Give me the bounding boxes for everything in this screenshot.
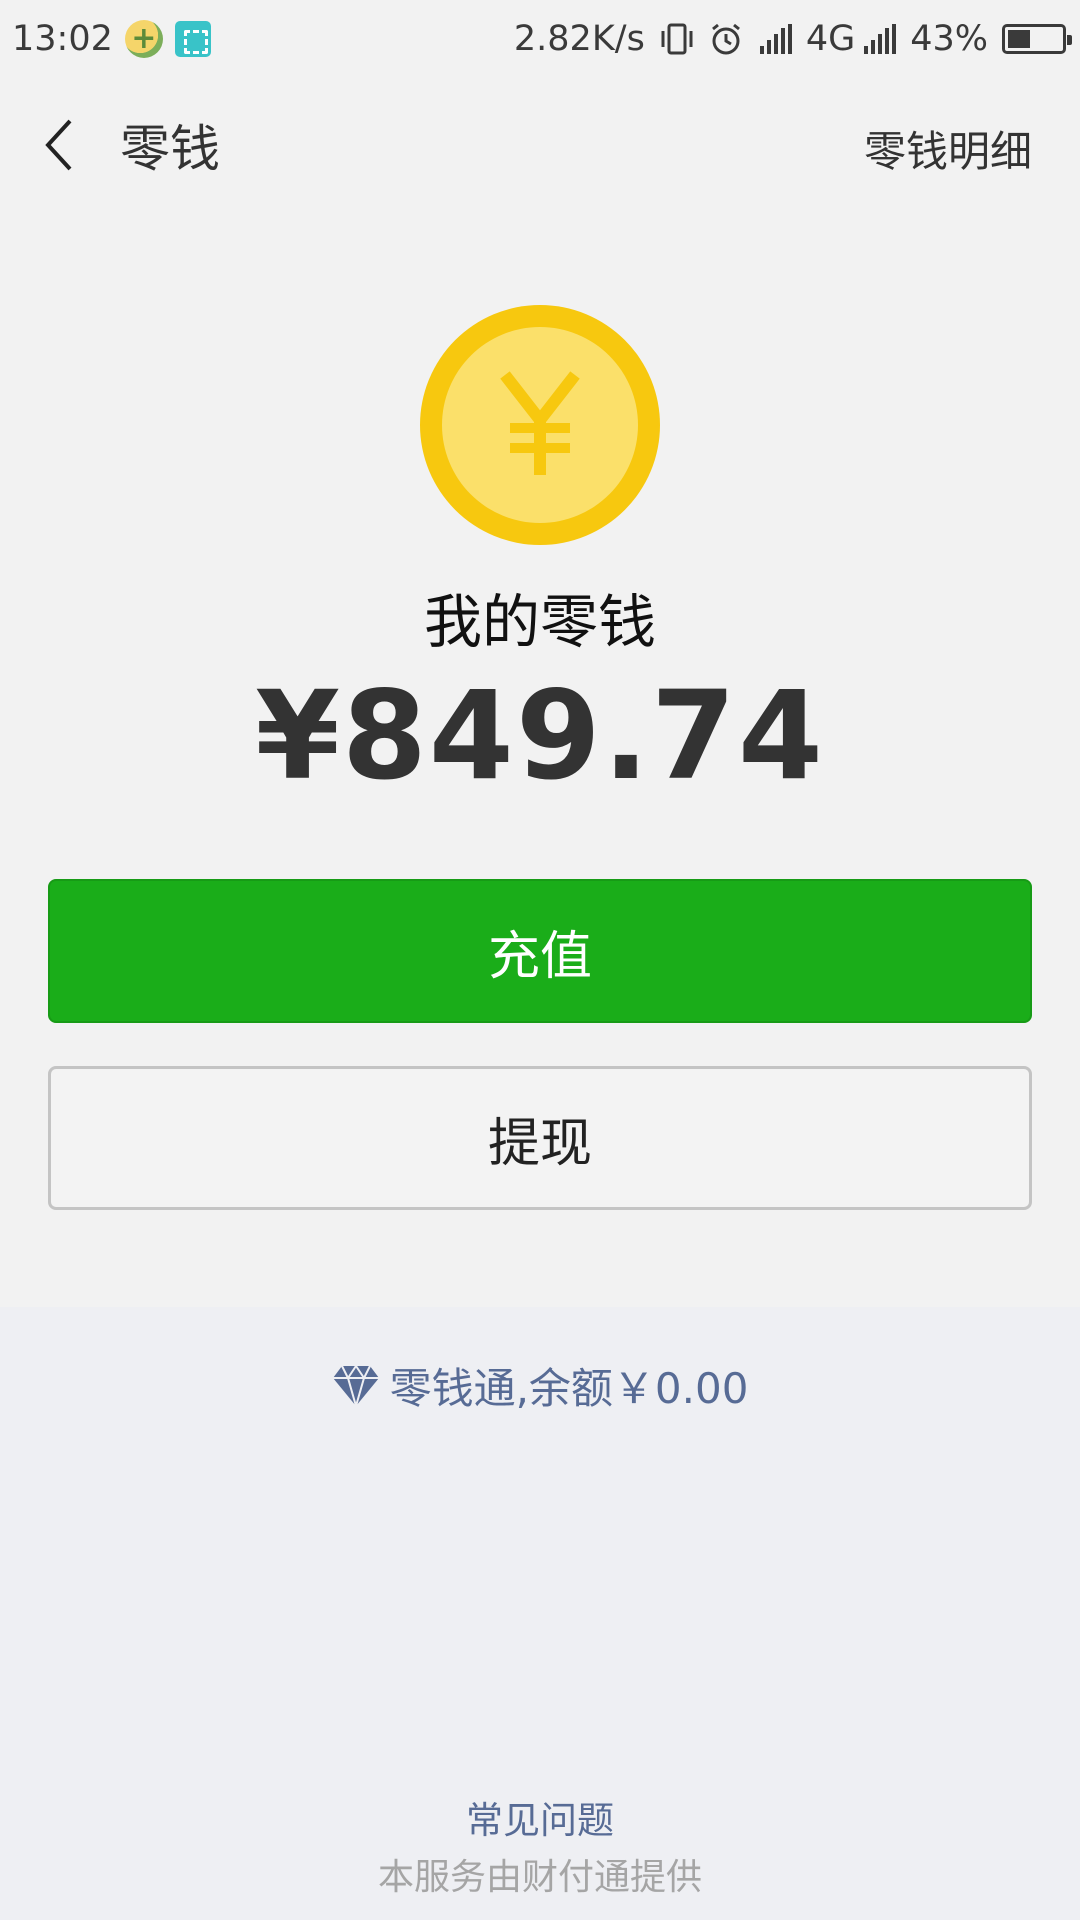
provider-text: 本服务由财付通提供: [377, 1857, 702, 1898]
app-notification-icon: +: [124, 20, 163, 58]
network-type: 4G: [805, 19, 856, 59]
status-time: 13:02: [12, 19, 113, 59]
network-speed: 2.82K/s: [513, 19, 645, 59]
yuan-icon: [500, 371, 580, 475]
balance-details-link[interactable]: 零钱明细: [864, 118, 1032, 179]
recharge-button[interactable]: 充值: [48, 879, 1032, 1023]
coin-inner: [442, 327, 638, 523]
diamond-icon: [332, 1364, 379, 1408]
faq-link[interactable]: 常见问题: [0, 1790, 1080, 1844]
status-bar-right: 2.82K/s 4G 43%: [500, 19, 1072, 59]
alarm-icon: [711, 23, 740, 55]
signal-strength-icon-2: [861, 24, 897, 54]
lingqiantong-link[interactable]: 零钱通,余额￥0.00: [0, 1355, 1080, 1416]
title-bar: 零钱 零钱明细: [0, 90, 1080, 200]
status-bar-left: 13:02 +: [12, 19, 223, 59]
lingqiantong-text: 零钱通,余额￥0.00: [389, 1364, 749, 1413]
balance-amount: ¥849.74: [255, 665, 825, 807]
page-title: 零钱: [120, 120, 220, 178]
back-button[interactable]: [0, 90, 120, 200]
vibrate-icon: [661, 23, 693, 55]
chevron-left-icon: [45, 119, 72, 171]
status-bar: 13:02 + 2.82K/s 4G 43%: [0, 0, 1080, 78]
screenshot-icon: [174, 21, 211, 57]
withdraw-button[interactable]: 提现: [48, 1066, 1032, 1210]
battery-icon: [1002, 24, 1072, 54]
coin-icon: [420, 305, 660, 545]
battery-fill: [1008, 30, 1030, 48]
battery-percent: 43%: [910, 19, 988, 59]
wallet-label: 我的零钱: [423, 588, 656, 656]
signal-strength-icon: [757, 24, 792, 54]
